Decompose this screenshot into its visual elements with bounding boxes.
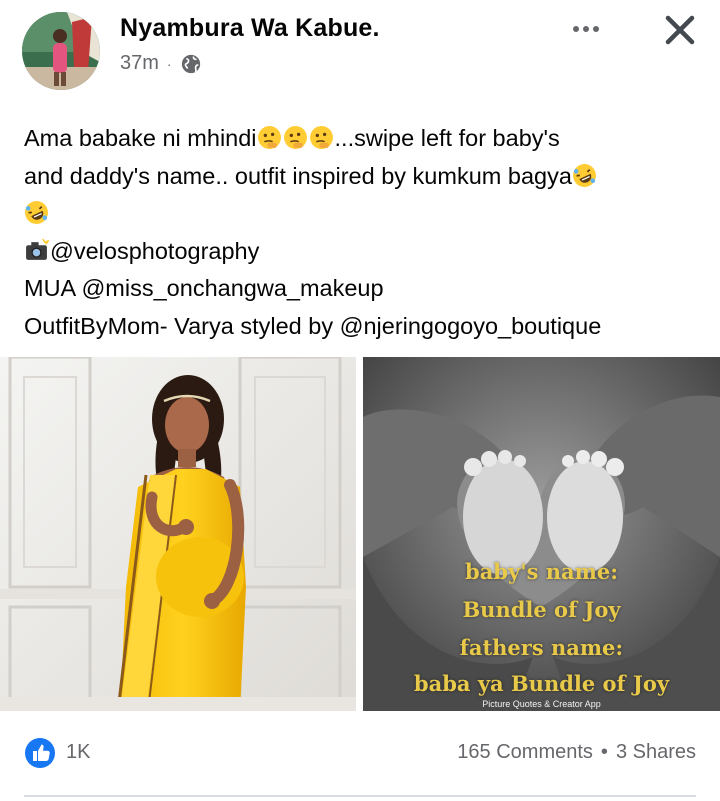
post-caption: Ama babake ni mhindi ...swipe left for ba… <box>24 120 704 345</box>
shares-count[interactable]: 3 Shares <box>616 741 696 764</box>
post-header: Nyambura Wa Kabue. 37m · <box>0 0 720 100</box>
baby-name-label: baby's name: <box>465 559 618 584</box>
image-credit: Picture Quotes & Creator App <box>482 699 601 709</box>
meta-separator: · <box>166 55 172 72</box>
close-icon[interactable] <box>660 10 700 50</box>
caption-line-3 <box>24 195 704 233</box>
caption-text: ...swipe left for baby's <box>334 125 560 151</box>
father-name-value: baba ya Bundle of Joy <box>413 671 670 696</box>
rolling-on-floor-laughing-emoji <box>572 163 596 187</box>
like-icon[interactable] <box>24 737 56 769</box>
caption-line-2: and daddy's name.. outfit inspired by ku… <box>24 158 704 196</box>
post-footer: 1K 165 Comments • 3 Shares <box>0 725 720 785</box>
thinking-face-emoji <box>283 126 307 149</box>
comments-count[interactable]: 165 Comments <box>457 741 593 764</box>
post-time[interactable]: 37m <box>120 52 159 75</box>
divider <box>24 795 696 797</box>
thinking-face-emoji <box>309 126 333 149</box>
more-options-icon[interactable] <box>566 14 606 44</box>
photo-grid: baby's name: Bundle of Joy fathers name:… <box>0 357 720 711</box>
caption-text: Ama babake ni mhindi <box>24 125 257 151</box>
camera-flash-emoji <box>26 238 49 260</box>
photo-baby-feet[interactable]: baby's name: Bundle of Joy fathers name:… <box>363 357 720 711</box>
caption-line-4: @velosphotography <box>24 233 704 271</box>
engagement-stats: 165 Comments • 3 Shares <box>457 741 696 764</box>
caption-line-1: Ama babake ni mhindi ...swipe left for ba… <box>24 120 704 158</box>
photographer-mention[interactable]: @velosphotography <box>50 238 259 264</box>
caption-line-5[interactable]: MUA @miss_onchangwa_makeup <box>24 270 704 308</box>
like-count[interactable]: 1K <box>66 741 90 764</box>
globe-icon <box>181 54 200 73</box>
caption-line-6[interactable]: OutfitByMom- Varya styled by @njeringogo… <box>24 308 704 346</box>
thinking-face-emoji <box>257 126 281 149</box>
father-name-label: fathers name: <box>459 635 624 660</box>
avatar[interactable] <box>22 12 100 90</box>
stats-separator: • <box>600 741 608 763</box>
photo-maternity[interactable] <box>0 357 356 711</box>
author-name[interactable]: Nyambura Wa Kabue. <box>120 14 380 43</box>
caption-text: and daddy's name.. outfit inspired by ku… <box>24 162 572 189</box>
rolling-on-floor-laughing-emoji <box>25 201 48 224</box>
post-meta: 37m · <box>120 52 202 75</box>
baby-name-value: Bundle of Joy <box>462 597 621 622</box>
